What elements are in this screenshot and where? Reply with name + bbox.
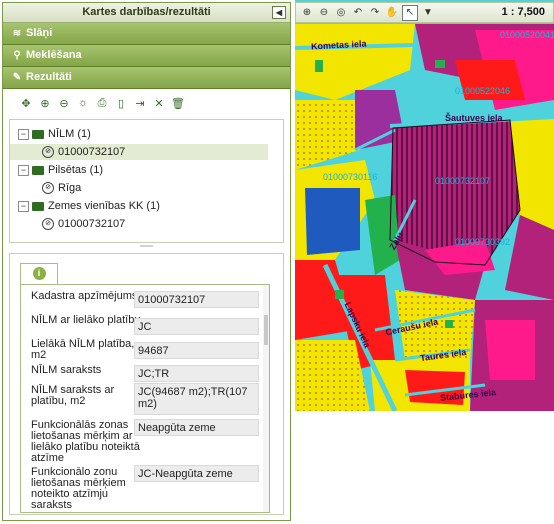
tab-info[interactable]: i [20, 263, 58, 285]
map-scale: 1 : 7,500 [501, 6, 545, 18]
folder-icon [32, 165, 44, 175]
back-icon[interactable]: ↶ [351, 6, 365, 20]
pin-icon: ✎ [12, 72, 22, 83]
tree-leaf-label: Rīga [58, 182, 82, 194]
parcel-label: 01000730392 [455, 237, 511, 247]
attribute-value: Neapgūta zeme [134, 419, 259, 436]
scrollbar-thumb[interactable] [264, 315, 268, 345]
tree-node-label: Zemes vienības KK (1) [48, 200, 160, 212]
compass-icon: ⊘ [42, 218, 54, 231]
attribute-label: NĪLM saraksts [31, 364, 102, 376]
collapse-icon[interactable]: − [18, 200, 29, 212]
pan-icon[interactable]: ✋ [385, 6, 399, 20]
zoom-out-icon[interactable]: ⊖ [57, 96, 71, 110]
attribute-label: Lielākā NĪLM platība, m2 [31, 338, 135, 361]
folder-icon [32, 129, 44, 139]
forward-icon[interactable]: ↷ [368, 6, 382, 20]
attribute-value: JC;TR [134, 365, 259, 382]
detail-panel: i Kadastra apzīmējums 01000732107 NĪLM a… [9, 253, 284, 515]
map-view[interactable]: Kometas iela 01000520041 01000522046 Šau… [295, 0, 554, 411]
accordion-results-label: Rezultāti [26, 71, 72, 83]
attribute-label: Funkcionālās zonas lietošanas mērķim ar … [31, 419, 140, 464]
vertical-scrollbar[interactable] [263, 285, 269, 512]
map-canvas[interactable] [295, 0, 554, 411]
results-tree: − NĪLM (1) ⊘ 01000732107 − Pilsētas (1) ⊘ Rī… [9, 119, 284, 243]
tree-node-label: NĪLM (1) [48, 128, 91, 140]
attribute-value: JC-Neapgūta zeme [134, 465, 259, 482]
tree-leaf-label: 01000732107 [58, 218, 126, 230]
collapse-icon[interactable]: − [18, 164, 29, 176]
document-icon[interactable]: ▯ [114, 96, 128, 110]
print-icon[interactable]: ⎙ [95, 96, 109, 110]
map-toolbar: ⊕ ⊖ ◎ ↶ ↷ ✋ ↖ ▼ 1 : 7,500 [295, 2, 554, 23]
splitter-handle[interactable]: ═══ [9, 244, 284, 250]
attribute-table: Kadastra apzīmējums 01000732107 NĪLM ar … [20, 284, 270, 513]
folder-icon [32, 201, 44, 211]
zoom-in-icon[interactable]: ⊕ [300, 6, 314, 20]
panel-header: Kartes darbības/rezultāti ◀ [3, 3, 290, 23]
attribute-label: NĪLM ar lielāko platību [31, 314, 141, 326]
delete-icon[interactable]: 🗑 [171, 96, 185, 110]
attribute-row: NĪLM ar lielāko platību JC [21, 315, 263, 339]
export-icon[interactable]: ⇥ [133, 96, 147, 110]
tree-node-cities[interactable]: − Pilsētas (1) [18, 162, 103, 178]
compass-icon: ⊘ [42, 182, 54, 195]
tree-node-nilm[interactable]: − NĪLM (1) [18, 126, 91, 142]
attribute-row: Funkcionālās zonas lietošanas mērķim ar … [21, 419, 263, 465]
attribute-value: JC [134, 318, 259, 335]
parcel-label: 01000522046 [455, 86, 511, 96]
collapse-icon[interactable]: − [18, 128, 29, 140]
attribute-value: 01000732107 [134, 291, 259, 308]
accordion-search[interactable]: ⚲ Meklēšana [3, 45, 290, 67]
accordion-layers[interactable]: ≋ Slāņi [3, 23, 290, 45]
clear-icon[interactable]: ✕ [152, 96, 166, 110]
accordion-results[interactable]: ✎ Rezultāti [3, 67, 290, 89]
parcel-label: 01000730116 [323, 172, 378, 182]
attribute-row: Funkcionālo zonu lietošanas mērķiem note… [21, 465, 263, 512]
attribute-row: NĪLM saraksts JC;TR [21, 364, 263, 382]
attribute-value: JC(94687 m2);TR(107 m2) [134, 383, 259, 415]
attribute-row: Lielākā NĪLM platība, m2 94687 [21, 339, 263, 363]
zoom-in-icon[interactable]: ⊕ [38, 96, 52, 110]
results-body: ✥ ⊕ ⊖ ☼ ⎙ ▯ ⇥ ✕ 🗑 − NĪLM (1) ⊘ 01000732107… [9, 89, 284, 519]
expand-all-icon[interactable]: ✥ [19, 96, 33, 110]
results-toolbar: ✥ ⊕ ⊖ ☼ ⎙ ▯ ⇥ ✕ 🗑 [9, 92, 284, 114]
search-icon: ⚲ [13, 50, 21, 61]
attribute-label: Kadastra apzīmējums [31, 290, 138, 302]
layers-icon: ≋ [12, 28, 22, 39]
info-icon: i [32, 267, 46, 280]
collapse-left-icon[interactable]: ◀ [272, 6, 286, 19]
tree-node-label: Pilsētas (1) [48, 164, 104, 176]
accordion-layers-label: Slāņi [26, 27, 53, 39]
street-label: Šautuves iela [445, 113, 503, 123]
attribute-row: NĪLM saraksts ar platību, m2 JC(94687 m2… [21, 383, 263, 417]
tree-leaf-label: 01000732107 [58, 146, 126, 158]
dropdown-icon[interactable]: ▼ [421, 6, 435, 20]
select-icon[interactable]: ↖ [402, 4, 418, 21]
parcel-label-selected: 01000732107 [435, 176, 491, 186]
results-panel: Kartes darbības/rezultāti ◀ ≋ Slāņi ⚲ Mekl… [2, 2, 291, 521]
attribute-label: Funkcionālo zonu lietošanas mērķiem note… [31, 466, 126, 511]
tree-node-land-units[interactable]: − Zemes vienības KK (1) [18, 198, 160, 214]
tree-leaf-riga[interactable]: ⊘ Rīga [42, 180, 81, 196]
attribute-label: NĪLM saraksts ar platību, m2 [31, 384, 115, 407]
parcel-label: 01000520041 [500, 30, 554, 40]
highlight-icon[interactable]: ☼ [76, 96, 90, 110]
panel-title: Kartes darbības/rezultāti [82, 6, 211, 18]
attribute-row: Kadastra apzīmējums 01000732107 [21, 291, 263, 315]
zoom-out-icon[interactable]: ⊖ [317, 6, 331, 20]
tree-leaf-land-parcel[interactable]: ⊘ 01000732107 [42, 216, 125, 232]
tree-leaf-nilm-parcel[interactable]: ⊘ 01000732107 [10, 144, 268, 160]
attribute-value: 94687 [134, 342, 259, 359]
full-extent-icon[interactable]: ◎ [334, 6, 348, 20]
accordion-search-label: Meklēšana [26, 49, 82, 61]
compass-icon: ⊘ [42, 146, 54, 159]
